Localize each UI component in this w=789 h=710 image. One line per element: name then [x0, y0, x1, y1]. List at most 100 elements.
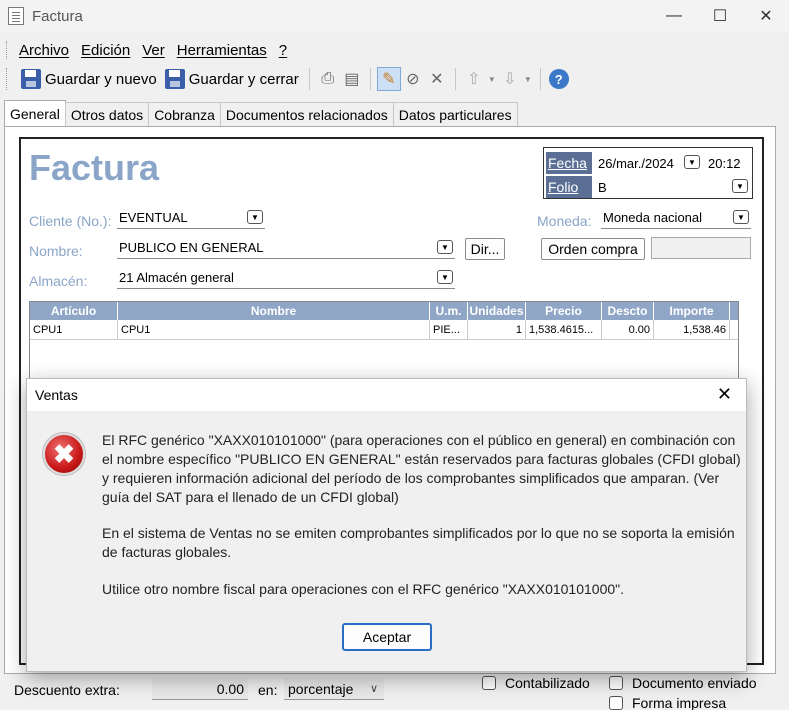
- orden-compra-field[interactable]: [651, 237, 751, 259]
- maximize-button[interactable]: ☐: [697, 0, 743, 32]
- cell-precio[interactable]: 1,538.4615...: [526, 320, 602, 339]
- document-icon: [8, 7, 24, 25]
- save-new-button[interactable]: Guardar y nuevo: [17, 66, 161, 92]
- footer-controls: Descuento extra: 0.00 en: porcentaje ∨ C…: [0, 674, 789, 710]
- en-select[interactable]: porcentaje ∨: [284, 678, 384, 700]
- chevron-down-icon: ▼: [523, 74, 532, 84]
- accept-button[interactable]: Aceptar: [342, 623, 432, 651]
- cell-descto[interactable]: 0.00: [602, 320, 654, 339]
- delete-button[interactable]: ✕: [425, 67, 449, 91]
- toolbar-separator: [539, 68, 541, 90]
- table-row[interactable]: CPU1 CPU1 PIE... 1 1,538.4615... 0.00 1,…: [30, 320, 738, 340]
- en-value: porcentaje: [288, 681, 354, 697]
- almacen-label: Almacén:: [29, 273, 88, 289]
- orden-compra-button[interactable]: Orden compra: [541, 238, 645, 260]
- col-precio[interactable]: Precio: [526, 302, 602, 320]
- x-icon: ✕: [430, 71, 444, 88]
- cell-articulo[interactable]: CPU1: [30, 320, 118, 339]
- cell-importe[interactable]: 1,538.46: [654, 320, 730, 339]
- cliente-label: Cliente (No.):: [29, 213, 112, 229]
- print-preview-button[interactable]: ▤: [340, 67, 364, 91]
- save-close-button[interactable]: Guardar y cerrar: [161, 66, 303, 92]
- error-icon: ✖: [43, 433, 85, 475]
- col-unidades[interactable]: Unidades: [468, 302, 526, 320]
- folio-value: B: [598, 179, 607, 195]
- menu-ver[interactable]: Ver: [142, 42, 165, 59]
- nombre-value: PUBLICO EN GENERAL: [119, 240, 264, 255]
- cell-nombre[interactable]: CPU1: [118, 320, 430, 339]
- grid-header: Artículo Nombre U.m. Unidades Precio Des…: [30, 302, 738, 320]
- forma-impresa-checkbox[interactable]: [609, 696, 623, 710]
- cancel-doc-button[interactable]: ⊘: [401, 67, 425, 91]
- chevron-down-icon[interactable]: ▼: [684, 155, 700, 169]
- cell-um[interactable]: PIE...: [430, 320, 468, 339]
- date-folio-box: Fecha 26/mar./2024 ▼ 20:12 Folio B ▼: [543, 147, 753, 199]
- close-window-button[interactable]: ✕: [743, 0, 789, 32]
- print-preview-icon: ▤: [344, 71, 360, 88]
- forma-impresa-label: Forma impresa: [632, 695, 727, 710]
- almacen-field[interactable]: 21 Almacén general ▼: [117, 267, 455, 289]
- hora-value: 20:12: [708, 155, 741, 171]
- previous-button[interactable]: ⇧: [462, 67, 486, 91]
- col-nombre[interactable]: Nombre: [118, 302, 430, 320]
- dialog-title: Ventas: [35, 387, 78, 403]
- tab-documentos-relacionados[interactable]: Documentos relacionados: [219, 102, 394, 126]
- help-button[interactable]: ?: [547, 67, 571, 91]
- toolbar: Guardar y nuevo Guardar y cerrar ⎙ ▤ ✎ ⊘…: [0, 64, 789, 94]
- tab-general[interactable]: General: [4, 100, 66, 126]
- moneda-field[interactable]: Moneda nacional ▼: [601, 207, 751, 229]
- arrow-down-icon: ⇩: [503, 71, 517, 88]
- pencil-icon: ✎: [382, 71, 396, 88]
- chevron-down-icon[interactable]: ▼: [732, 179, 748, 193]
- cliente-field[interactable]: EVENTUAL ▼: [117, 207, 265, 229]
- cell-unidades[interactable]: 1: [468, 320, 526, 339]
- previous-dropdown[interactable]: ▼: [486, 67, 498, 91]
- folio-label-text: Folio: [548, 179, 579, 195]
- chevron-down-icon: ∨: [369, 683, 378, 695]
- menu-help[interactable]: ?: [279, 42, 287, 59]
- en-label: en:: [258, 682, 278, 698]
- tab-cobranza[interactable]: Cobranza: [148, 102, 221, 126]
- dialog-message-3: Utilice otro nombre fiscal para operacio…: [102, 581, 624, 597]
- col-descto[interactable]: Descto: [602, 302, 654, 320]
- col-importe[interactable]: Importe: [654, 302, 730, 320]
- next-dropdown[interactable]: ▼: [522, 67, 534, 91]
- contabilizado-checkbox[interactable]: [482, 676, 496, 690]
- menu-archivo[interactable]: Archivo: [19, 42, 69, 59]
- chevron-down-icon: ▼: [487, 74, 496, 84]
- tab-datos-particulares[interactable]: Datos particulares: [392, 102, 518, 126]
- almacen-value: 21 Almacén general: [119, 270, 234, 285]
- fecha-value: 26/mar./2024: [598, 155, 674, 171]
- descuento-input[interactable]: 0.00: [152, 678, 248, 700]
- fecha-label-text: Fecha: [548, 155, 587, 171]
- nombre-label: Nombre:: [29, 243, 83, 259]
- help-icon: ?: [548, 69, 569, 89]
- documento-enviado-label: Documento enviado: [632, 675, 757, 691]
- minimize-button[interactable]: —: [651, 0, 697, 32]
- dialog-close-button[interactable]: ✕: [717, 384, 732, 405]
- dialog-message-1: El RFC genérico "XAXX010101000" (para op…: [102, 432, 741, 505]
- nombre-field[interactable]: PUBLICO EN GENERAL ▼: [117, 237, 455, 259]
- tab-strip: General Otros datos Cobranza Documentos …: [4, 100, 518, 126]
- col-um[interactable]: U.m.: [430, 302, 468, 320]
- menu-edicion[interactable]: Edición: [81, 42, 130, 59]
- chevron-down-icon[interactable]: ▼: [247, 210, 263, 224]
- chevron-down-icon[interactable]: ▼: [437, 240, 453, 254]
- tab-otros-datos[interactable]: Otros datos: [64, 102, 150, 126]
- moneda-value: Moneda nacional: [603, 210, 703, 225]
- folio-field[interactable]: B ▼: [596, 176, 750, 198]
- next-button[interactable]: ⇩: [498, 67, 522, 91]
- error-dialog: Ventas ✕ ✖ El RFC genérico "XAXX01010100…: [26, 378, 747, 672]
- fecha-field[interactable]: 26/mar./2024 ▼: [596, 152, 702, 174]
- dialog-message-2: En el sistema de Ventas no se emiten com…: [102, 525, 735, 560]
- hora-field[interactable]: 20:12: [706, 152, 750, 174]
- dir-button[interactable]: Dir...: [465, 238, 505, 260]
- print-button[interactable]: ⎙: [316, 67, 340, 91]
- edit-button[interactable]: ✎: [376, 67, 401, 91]
- menu-herramientas[interactable]: Herramientas: [177, 42, 267, 59]
- toolbar-separator: [308, 68, 310, 90]
- chevron-down-icon[interactable]: ▼: [733, 210, 749, 224]
- documento-enviado-checkbox[interactable]: [609, 676, 623, 690]
- chevron-down-icon[interactable]: ▼: [437, 270, 453, 284]
- col-articulo[interactable]: Artículo: [30, 302, 118, 320]
